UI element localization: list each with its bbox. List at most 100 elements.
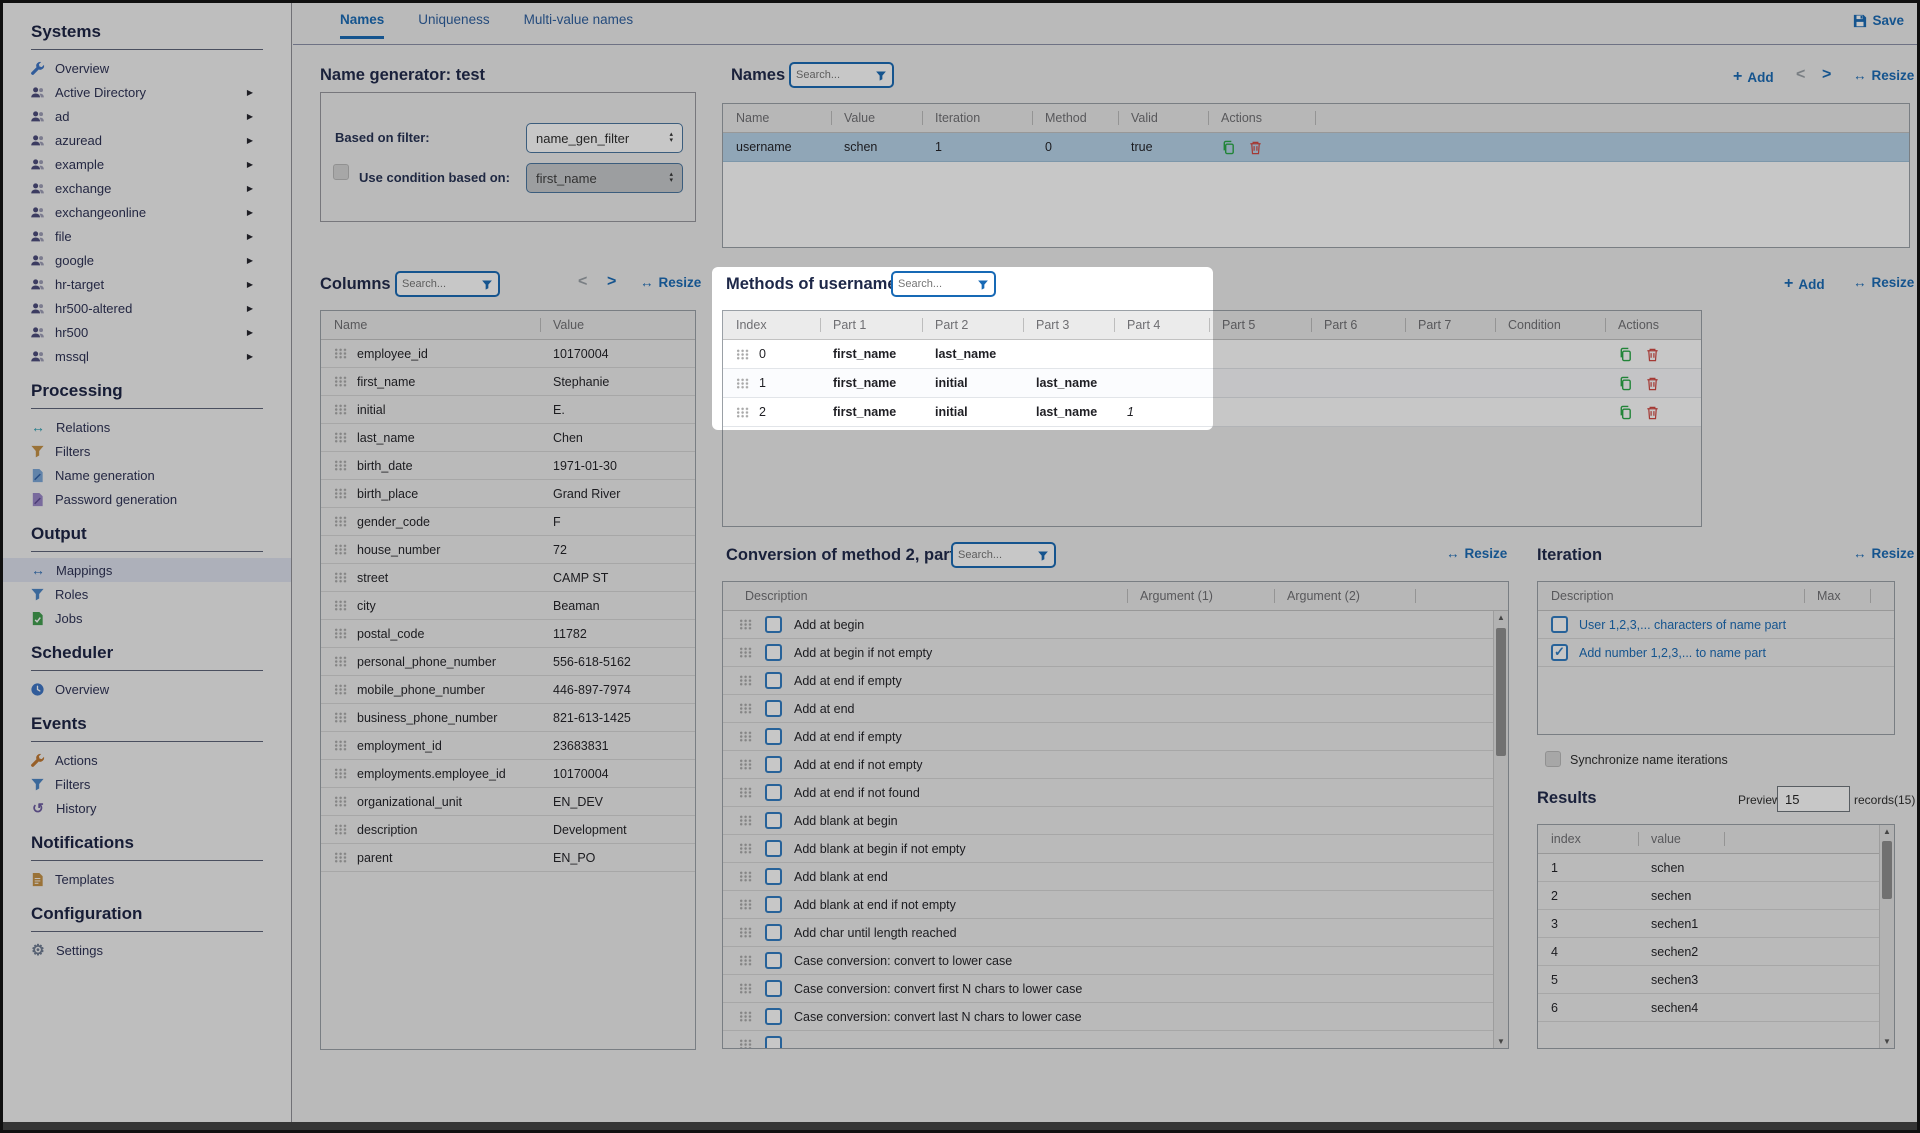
table-row[interactable]: gender_codeF [321, 508, 695, 536]
table-row[interactable]: personal_phone_number556-618-5162 [321, 648, 695, 676]
conversion-row[interactable]: Add at begin [723, 611, 1508, 639]
names-prev-button[interactable]: < [1796, 66, 1805, 84]
drag-handle[interactable] [739, 1011, 753, 1022]
columns-resize-button[interactable]: ↔Resize [640, 275, 701, 290]
use-condition-checkbox[interactable] [333, 164, 349, 180]
column-header[interactable]: Part 1 [820, 311, 922, 339]
iteration-row[interactable]: User 1,2,3,... characters of name part [1538, 611, 1894, 639]
sidebar-item-jobs[interactable]: Jobs [3, 606, 291, 630]
filter-icon[interactable] [977, 278, 989, 290]
column-header[interactable]: Part 6 [1311, 311, 1405, 339]
delete-icon[interactable] [1645, 405, 1660, 420]
iteration-resize-button[interactable]: ↔Resize [1853, 546, 1914, 561]
conversion-scrollbar[interactable]: ▲ ▼ [1493, 611, 1508, 1048]
sidebar-item-ad[interactable]: ad ▶ [3, 104, 291, 128]
method-row[interactable]: 1 first_name initial last_name [723, 369, 1701, 398]
drag-handle[interactable] [739, 983, 753, 994]
columns-prev-button[interactable]: < [578, 273, 587, 291]
drag-handle[interactable] [739, 759, 753, 770]
chevron-right-icon[interactable]: ▶ [247, 328, 253, 337]
filter-icon[interactable] [875, 69, 887, 81]
drag-handle[interactable] [334, 656, 348, 667]
column-header[interactable]: Part 7 [1405, 311, 1495, 339]
save-button[interactable]: Save [1853, 13, 1904, 28]
row-checkbox[interactable] [765, 616, 782, 633]
delete-icon[interactable] [1248, 140, 1263, 155]
column-header[interactable]: Value [831, 104, 922, 132]
drag-handle[interactable] [334, 376, 348, 387]
table-row[interactable]: descriptionDevelopment [321, 816, 695, 844]
drag-handle[interactable] [334, 516, 348, 527]
sidebar-item-name-generation[interactable]: Name generation [3, 463, 291, 487]
drag-handle[interactable] [736, 349, 750, 360]
names-resize-button[interactable]: ↔Resize [1853, 68, 1914, 83]
tab-names[interactable]: Names [340, 12, 384, 39]
sidebar-item-file[interactable]: file ▶ [3, 224, 291, 248]
drag-handle[interactable] [334, 544, 348, 555]
sidebar-item-active-directory[interactable]: Active Directory ▶ [3, 80, 291, 104]
column-header[interactable]: Method [1032, 104, 1118, 132]
methods-resize-button[interactable]: ↔Resize [1853, 275, 1914, 290]
delete-icon[interactable] [1645, 347, 1660, 362]
table-row[interactable]: house_number72 [321, 536, 695, 564]
column-header[interactable]: value [1638, 825, 1724, 853]
tab-multi-value-names[interactable]: Multi-value names [524, 12, 634, 39]
sidebar-item-overview[interactable]: Overview [3, 56, 291, 80]
sidebar-item-mssql[interactable]: mssql ▶ [3, 344, 291, 368]
columns-search-input[interactable] [402, 278, 477, 290]
table-row[interactable]: last_nameChen [321, 424, 695, 452]
conversion-search-input[interactable] [958, 549, 1033, 561]
names-next-button[interactable]: > [1822, 66, 1831, 84]
column-header[interactable]: Value [540, 311, 695, 339]
drag-handle[interactable] [739, 703, 753, 714]
copy-icon[interactable] [1221, 140, 1236, 155]
row-checkbox[interactable] [765, 896, 782, 913]
column-header[interactable]: Actions [1605, 311, 1701, 339]
sidebar-item-filters-processing[interactable]: Filters [3, 439, 291, 463]
row-checkbox[interactable] [765, 644, 782, 661]
drag-handle[interactable] [334, 628, 348, 639]
conversion-row[interactable]: Add blank at end [723, 863, 1508, 891]
result-row[interactable]: 3sechen1 [1538, 910, 1894, 938]
table-row[interactable]: mobile_phone_number446-897-7974 [321, 676, 695, 704]
table-row[interactable]: parentEN_PO [321, 844, 695, 872]
drag-handle[interactable] [334, 768, 348, 779]
copy-icon[interactable] [1618, 347, 1633, 362]
table-row[interactable]: employment_id23683831 [321, 732, 695, 760]
conversion-row[interactable]: Add at begin if not empty [723, 639, 1508, 667]
results-scrollbar[interactable]: ▲ ▼ [1879, 825, 1894, 1048]
filter-icon[interactable] [481, 278, 493, 290]
drag-handle[interactable] [739, 815, 753, 826]
methods-search-input[interactable] [898, 278, 973, 290]
table-row[interactable]: business_phone_number821-613-1425 [321, 704, 695, 732]
iteration-row[interactable]: Add number 1,2,3,... to name part [1538, 639, 1894, 667]
drag-handle[interactable] [739, 1039, 753, 1049]
conversion-row[interactable]: Add at end if empty [723, 723, 1508, 751]
method-row[interactable]: 0 first_name last_name [723, 340, 1701, 369]
drag-handle[interactable] [739, 927, 753, 938]
sidebar-item-filters-events[interactable]: Filters [3, 772, 291, 796]
sidebar-item-scheduler-overview[interactable]: Overview [3, 677, 291, 701]
table-row-selected[interactable]: username schen 1 0 true [723, 133, 1909, 162]
conversion-row[interactable] [723, 1031, 1508, 1049]
column-header[interactable]: index [1538, 825, 1638, 853]
sidebar-item-exchange[interactable]: exchange ▶ [3, 176, 291, 200]
column-header[interactable]: Max [1804, 582, 1870, 610]
drag-handle[interactable] [334, 824, 348, 835]
table-row[interactable]: initialE. [321, 396, 695, 424]
filter-icon[interactable] [1037, 549, 1049, 561]
sidebar-item-password-generation[interactable]: Password generation [3, 487, 291, 511]
sidebar-item-hr500[interactable]: hr500 ▶ [3, 320, 291, 344]
row-checkbox[interactable] [1551, 616, 1568, 633]
sidebar-item-templates[interactable]: Templates [3, 867, 291, 891]
row-checkbox[interactable] [765, 700, 782, 717]
drag-handle[interactable] [739, 955, 753, 966]
conversion-row[interactable]: Case conversion: convert to lower case [723, 947, 1508, 975]
sidebar-item-roles[interactable]: Roles [3, 582, 291, 606]
row-checkbox[interactable] [765, 840, 782, 857]
sidebar-item-relations[interactable]: ↔ Relations [3, 415, 291, 439]
result-row[interactable]: 6sechen4 [1538, 994, 1894, 1022]
use-condition-select[interactable]: first_name ▴▾ [526, 163, 683, 193]
row-checkbox[interactable] [765, 924, 782, 941]
sidebar-item-settings[interactable]: ⚙ Settings [3, 938, 291, 962]
